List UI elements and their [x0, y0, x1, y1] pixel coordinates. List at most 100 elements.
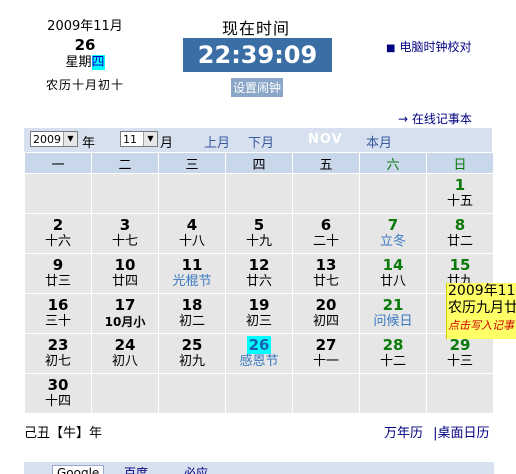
month-suffix: 月 [160, 136, 174, 151]
calendar-day-cell[interactable]: 30 十四 [24, 373, 92, 414]
calendar-day-cell[interactable]: 21 问候日 [359, 293, 427, 334]
current-date-block: 2009年11月 26 星期四 农历十月初十 [20, 18, 150, 93]
weekday-header-wed: 三 [158, 152, 226, 174]
day-number: 18 [181, 296, 203, 314]
calendar-day-cell[interactable]: 10 廿四 [91, 253, 159, 294]
calendar-day-cell[interactable]: 2 十六 [24, 213, 92, 254]
day-number: 28 [382, 336, 404, 354]
calendar-empty-cell [225, 373, 293, 414]
chevron-down-icon[interactable]: ▼ [63, 132, 77, 146]
calendar-empty-cell [359, 373, 427, 414]
calendar-day-cell[interactable]: 3 十七 [91, 213, 159, 254]
calendar-body: 1 十五 2 十六 3 十七 4 十八 5 十九 6 二十 7 立冬 8 廿二 9 廿三 10 廿四 11 光棍节 12 廿六… [24, 173, 494, 414]
calendar-day-cell[interactable]: 12 廿六 [225, 253, 293, 294]
calendar-day-cell[interactable]: 25 初九 [158, 333, 226, 374]
calendar-day-cell[interactable]: 9 廿三 [24, 253, 92, 294]
next-month-link[interactable]: 下月 [248, 132, 274, 151]
calendar-day-cell[interactable]: 26 感恩节 [225, 333, 293, 374]
lunar-day-label: 初三 [245, 314, 272, 329]
calendar-empty-cell [158, 373, 226, 414]
calendar-day-cell[interactable]: 7 立冬 [359, 213, 427, 254]
lunar-day-label: 十九 [245, 234, 272, 249]
calendar-day-cell[interactable]: 19 初三 [225, 293, 293, 334]
lunar-day-label: 初七 [44, 354, 71, 369]
chevron-down-icon[interactable]: ▼ [143, 132, 157, 146]
calendar-empty-cell [292, 373, 360, 414]
calendar-day-cell[interactable]: 8 廿二 [426, 213, 494, 254]
month-select[interactable]: 11 ▼ [120, 131, 158, 147]
calendar-empty-cell [292, 173, 360, 214]
calendar-day-cell[interactable]: 23 初七 [24, 333, 92, 374]
lunar-date: 农历十月初十 [45, 78, 124, 92]
prev-month-link[interactable]: 上月 [204, 132, 230, 151]
day-number: 4 [186, 216, 198, 234]
current-time-title: 现在时间 [222, 19, 291, 38]
weekday-header-thu: 四 [225, 152, 293, 174]
calendar-day-cell[interactable]: 14 廿八 [359, 253, 427, 294]
day-number: 23 [47, 336, 69, 354]
year-suffix: 年 [82, 136, 96, 151]
calendar-day-cell[interactable]: 28 十二 [359, 333, 427, 374]
weekday-text: 星期四 [20, 54, 150, 72]
calendar-empty-cell [91, 173, 159, 214]
holiday-label: 问候日 [373, 314, 413, 329]
day-number: 5 [253, 216, 265, 234]
footer-links: 万年历 |桌面日历 [384, 422, 490, 441]
clock-sync-link[interactable]: ■ 电脑时钟校对 [386, 38, 471, 55]
set-alarm-button[interactable]: 设置闹钟 [231, 78, 284, 97]
calendar-nav-bar: 2009 ▼ 年 11 ▼ 月 上月 下月 NOV 本月 [24, 128, 492, 152]
calendar-day-cell[interactable]: 11 光棍节 [158, 253, 226, 294]
calendar-week-row: 2 十六 3 十七 4 十八 5 十九 6 二十 7 立冬 8 廿二 [24, 213, 494, 254]
this-month-link[interactable]: 本月 [366, 132, 392, 151]
year-select[interactable]: 2009 ▼ [30, 131, 78, 147]
calendar-empty-cell [225, 173, 293, 214]
calendar-day-cell[interactable]: 20 初四 [292, 293, 360, 334]
calendar-day-cell[interactable]: 29 十三 [426, 333, 494, 374]
lunar-day-label: 初二 [178, 314, 205, 329]
lunar-day-label: 廿七 [312, 274, 339, 289]
day-number: 17 [114, 296, 136, 314]
date-tooltip: 2009年11 农历九月廿 点击写入记事 [446, 283, 516, 339]
calendar-day-cell[interactable]: 13 廿七 [292, 253, 360, 294]
lunar-day-label: 十一 [312, 354, 339, 369]
tooltip-write-note[interactable]: 点击写入记事 [447, 317, 516, 334]
calendar-day-cell[interactable]: 6 二十 [292, 213, 360, 254]
tab-bing[interactable]: 必应 [184, 464, 208, 474]
calendar-day-cell[interactable]: 1 十五 [426, 173, 494, 214]
desktop-calendar-link[interactable]: |桌面日历 [433, 426, 489, 441]
calendar-day-cell[interactable]: 18 初二 [158, 293, 226, 334]
year-month-text: 2009年11月 [47, 19, 123, 34]
calendar-empty-cell [91, 373, 159, 414]
tooltip-lunar: 农历九月廿 [448, 300, 516, 316]
wannianli-link[interactable]: 万年历 [384, 426, 423, 441]
day-number: 26 [226, 336, 292, 354]
tab-baidu[interactable]: 百度 [124, 464, 148, 474]
month-select-value: 11 [123, 133, 137, 146]
calendar-empty-cell [426, 373, 494, 414]
holiday-label: 立冬 [379, 234, 406, 249]
calendar-day-cell[interactable]: 27 十一 [292, 333, 360, 374]
weekday-header-tue: 二 [91, 152, 159, 174]
day-number: 25 [181, 336, 203, 354]
day-number: 16 [47, 296, 69, 314]
calendar-day-cell[interactable]: 4 十八 [158, 213, 226, 254]
calendar-empty-cell [24, 173, 92, 214]
today-highlight: 26 [246, 336, 272, 354]
calendar-day-cell[interactable]: 17 10月小 [91, 293, 159, 334]
calendar-day-cell[interactable]: 24 初八 [91, 333, 159, 374]
day-number: 19 [248, 296, 270, 314]
calendar-week-row: 9 廿三 10 廿四 11 光棍节 12 廿六 13 廿七 14 廿八 15 廿九 [24, 253, 494, 294]
calendar-week-row: 23 初七 24 初八 25 初九 26 感恩节 27 十一 28 十二 29 十三 [24, 333, 494, 374]
calendar-day-cell[interactable]: 16 三十 [24, 293, 92, 334]
weekday-header-sat: 六 [359, 152, 427, 174]
tab-google[interactable]: Google [52, 465, 105, 474]
day-number: 7 [387, 216, 399, 234]
day-number: 27 [315, 336, 337, 354]
month-calendar-grid: 一 二 三 四 五 六 日 1 十五 2 十六 3 十七 4 十八 5 十九 6 二十 7 立冬 8 廿二 9 廿… [24, 152, 494, 414]
lunar-day-label: 初四 [312, 314, 339, 329]
lunar-day-label: 10月小 [104, 315, 146, 329]
online-notebook-link[interactable]: → 在线记事本 [398, 110, 472, 127]
weekday-header-fri: 五 [292, 152, 360, 174]
calendar-day-cell[interactable]: 5 十九 [225, 213, 293, 254]
day-number: 24 [114, 336, 136, 354]
